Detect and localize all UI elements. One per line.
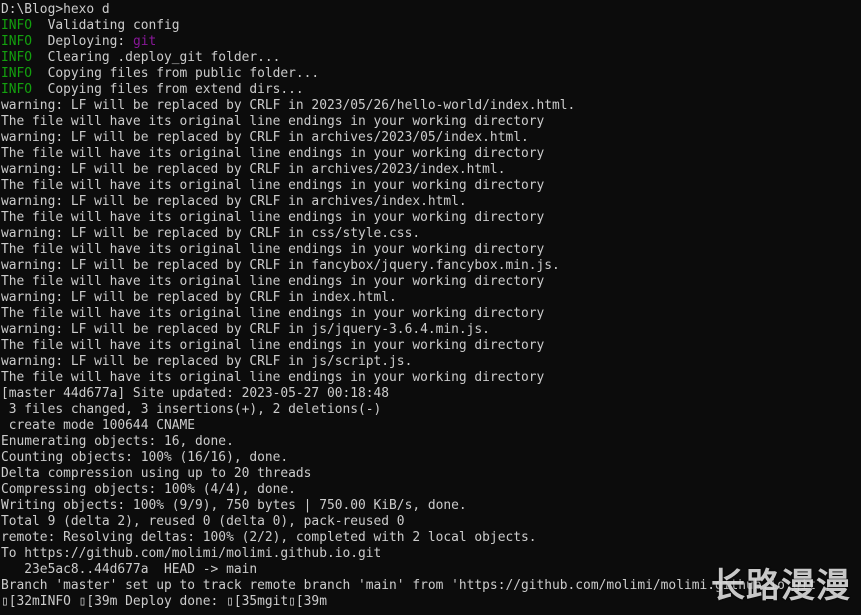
terminal-text-segment: 23e5ac8..44d677a HEAD -> main bbox=[1, 562, 258, 577]
terminal-line: warning: LF will be replaced by CRLF in … bbox=[1, 322, 831, 338]
terminal-line: INFO Copying files from public folder... bbox=[1, 66, 831, 82]
terminal-line: To https://github.com/molimi/molimi.gith… bbox=[1, 546, 831, 562]
terminal-text-segment: INFO bbox=[1, 66, 33, 81]
terminal-text-segment: Copying files from public folder... bbox=[32, 66, 320, 81]
terminal-line: Total 9 (delta 2), reused 0 (delta 0), p… bbox=[1, 514, 831, 530]
terminal-line: ▯[32mINFO ▯[39m Deploy done: ▯[35mgit▯[3… bbox=[1, 594, 831, 610]
terminal-line: create mode 100644 CNAME bbox=[1, 418, 831, 434]
terminal-text-segment: The file will have its original line end… bbox=[1, 114, 545, 129]
terminal-line: warning: LF will be replaced by CRLF in … bbox=[1, 162, 831, 178]
terminal-line: The file will have its original line end… bbox=[1, 178, 831, 194]
terminal-text-segment: Delta compression using up to 20 threads bbox=[1, 466, 312, 481]
terminal-text-segment: INFO bbox=[1, 82, 33, 97]
terminal-text-segment: The file will have its original line end… bbox=[1, 338, 545, 353]
terminal-text-segment: 3 files changed, 3 insertions(+), 2 dele… bbox=[1, 402, 382, 417]
terminal-line: warning: LF will be replaced by CRLF in … bbox=[1, 258, 831, 274]
terminal-line: warning: LF will be replaced by CRLF in … bbox=[1, 290, 831, 306]
terminal-line: 3 files changed, 3 insertions(+), 2 dele… bbox=[1, 402, 831, 418]
terminal-text-segment: Total 9 (delta 2), reused 0 (delta 0), p… bbox=[1, 514, 405, 529]
watermark: 长路漫漫 bbox=[711, 558, 851, 607]
terminal-text-segment: INFO bbox=[1, 18, 33, 33]
terminal-text-segment: warning: LF will be replaced by CRLF in … bbox=[1, 98, 576, 113]
terminal-text-segment: warning: LF will be replaced by CRLF in … bbox=[1, 322, 490, 337]
terminal-line: warning: LF will be replaced by CRLF in … bbox=[1, 354, 831, 370]
terminal-line: INFO Validating config bbox=[1, 18, 831, 34]
terminal-line: remote: Resolving deltas: 100% (2/2), co… bbox=[1, 530, 831, 546]
terminal-text-segment: The file will have its original line end… bbox=[1, 306, 545, 321]
terminal-text-segment: The file will have its original line end… bbox=[1, 370, 545, 385]
terminal-line: Counting objects: 100% (16/16), done. bbox=[1, 450, 831, 466]
terminal-line: INFO Copying files from extend dirs... bbox=[1, 82, 831, 98]
terminal-line: The file will have its original line end… bbox=[1, 146, 831, 162]
terminal-window[interactable]: D:\Blog>hexo d INFO Validating config INFO… bbox=[0, 0, 861, 615]
terminal-text-segment: The file will have its original line end… bbox=[1, 274, 545, 289]
terminal-text-segment: The file will have its original line end… bbox=[1, 146, 545, 161]
terminal-line: 23e5ac8..44d677a HEAD -> main bbox=[1, 562, 831, 578]
terminal-line: The file will have its original line end… bbox=[1, 306, 831, 322]
terminal-text-segment: INFO bbox=[1, 50, 33, 65]
terminal-line: Enumerating objects: 16, done. bbox=[1, 434, 831, 450]
terminal-text-segment: The file will have its original line end… bbox=[1, 178, 545, 193]
terminal-line: The file will have its original line end… bbox=[1, 338, 831, 354]
terminal-text-segment: warning: LF will be replaced by CRLF in … bbox=[1, 258, 560, 273]
terminal-line: Branch 'master' set up to track remote b… bbox=[1, 578, 831, 594]
terminal-text-segment: Counting objects: 100% (16/16), done. bbox=[1, 450, 289, 465]
terminal-text-segment: Branch 'master' set up to track remote b… bbox=[1, 578, 832, 593]
watermark-text: 长路漫漫 bbox=[711, 566, 851, 606]
terminal-text-segment: Clearing .deploy_git folder... bbox=[32, 50, 281, 65]
terminal-text-segment: ▯[32mINFO ▯[39m Deploy done: ▯[35mgit▯[3… bbox=[1, 594, 327, 609]
terminal-text-segment: create mode 100644 CNAME bbox=[1, 418, 196, 433]
terminal-text-segment: D:\Blog>hexo d bbox=[1, 2, 110, 17]
terminal-text-segment: Validating config bbox=[32, 18, 180, 33]
terminal-text-segment: warning: LF will be replaced by CRLF in … bbox=[1, 354, 413, 369]
terminal-text-segment: Enumerating objects: 16, done. bbox=[1, 434, 234, 449]
terminal-text-segment: Copying files from extend dirs... bbox=[32, 82, 304, 97]
terminal-line: [master 44d677a] Site updated: 2023-05-2… bbox=[1, 386, 831, 402]
terminal-line: warning: LF will be replaced by CRLF in … bbox=[1, 130, 831, 146]
terminal-text-segment: To https://github.com/molimi/molimi.gith… bbox=[1, 546, 382, 561]
terminal-text-segment: Deploying: bbox=[32, 34, 133, 49]
terminal-line: Writing objects: 100% (9/9), 750 bytes |… bbox=[1, 498, 831, 514]
terminal-line: The file will have its original line end… bbox=[1, 242, 831, 258]
terminal-text-segment: [master 44d677a] Site updated: 2023-05-2… bbox=[1, 386, 390, 401]
terminal-line: warning: LF will be replaced by CRLF in … bbox=[1, 194, 831, 210]
terminal-text-segment: The file will have its original line end… bbox=[1, 210, 545, 225]
terminal-text-segment: remote: Resolving deltas: 100% (2/2), co… bbox=[1, 530, 537, 545]
terminal-line: Delta compression using up to 20 threads bbox=[1, 466, 831, 482]
terminal-line: INFO Deploying: git bbox=[1, 34, 831, 50]
terminal-text-segment: Compressing objects: 100% (4/4), done. bbox=[1, 482, 296, 497]
terminal-text-segment: INFO bbox=[1, 34, 33, 49]
terminal-line: D:\Blog>hexo d bbox=[1, 2, 831, 18]
terminal-text-segment: Writing objects: 100% (9/9), 750 bytes |… bbox=[1, 498, 467, 513]
terminal-text-segment: The file will have its original line end… bbox=[1, 242, 545, 257]
terminal-text-segment: git bbox=[132, 34, 157, 49]
terminal-line: The file will have its original line end… bbox=[1, 210, 831, 226]
terminal-line: Compressing objects: 100% (4/4), done. bbox=[1, 482, 831, 498]
terminal-text-segment: warning: LF will be replaced by CRLF in … bbox=[1, 162, 506, 177]
terminal-text-segment: warning: LF will be replaced by CRLF in … bbox=[1, 130, 529, 145]
terminal-text-segment: warning: LF will be replaced by CRLF in … bbox=[1, 290, 397, 305]
terminal-line: warning: LF will be replaced by CRLF in … bbox=[1, 98, 831, 114]
terminal-line: The file will have its original line end… bbox=[1, 274, 831, 290]
terminal-line: The file will have its original line end… bbox=[1, 370, 831, 386]
terminal-output: D:\Blog>hexo d INFO Validating config INFO… bbox=[1, 2, 831, 610]
terminal-line: warning: LF will be replaced by CRLF in … bbox=[1, 226, 831, 242]
terminal-text-segment: warning: LF will be replaced by CRLF in … bbox=[1, 226, 421, 241]
terminal-text-segment: warning: LF will be replaced by CRLF in … bbox=[1, 194, 467, 209]
terminal-line: INFO Clearing .deploy_git folder... bbox=[1, 50, 831, 66]
terminal-line: The file will have its original line end… bbox=[1, 114, 831, 130]
